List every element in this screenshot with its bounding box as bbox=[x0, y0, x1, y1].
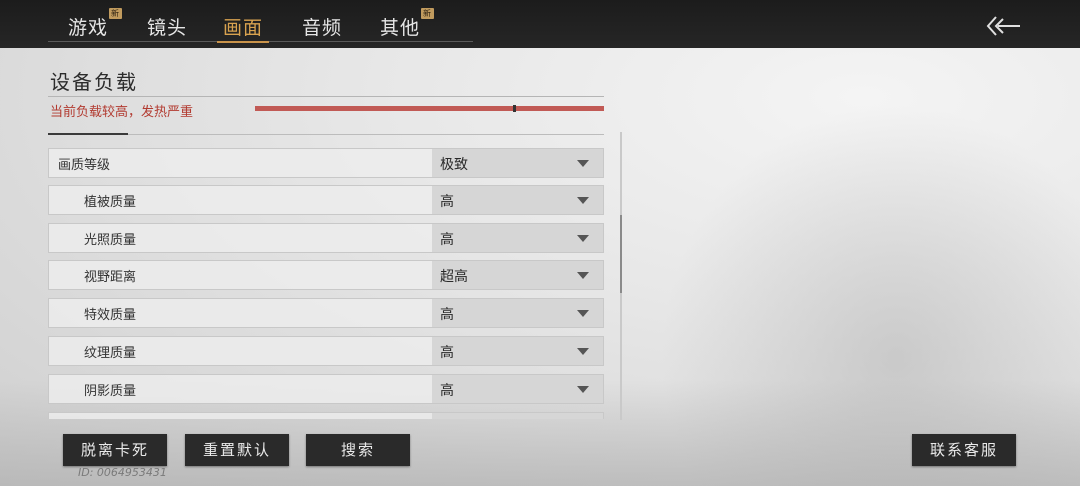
setting-label: 纹理质量 bbox=[84, 346, 137, 361]
setting-dropdown[interactable]: 极致 bbox=[432, 149, 603, 177]
divider-accent bbox=[48, 133, 128, 135]
tab-label: 音频 bbox=[302, 17, 343, 39]
caret-down-icon bbox=[577, 160, 589, 167]
setting-row-vegetation: 植被质量 高 bbox=[48, 185, 604, 215]
contact-support-button[interactable]: 联系客服 bbox=[912, 434, 1016, 466]
setting-dropdown[interactable]: 超高 bbox=[432, 261, 603, 289]
active-tab-indicator bbox=[217, 41, 270, 43]
divider bbox=[48, 133, 604, 135]
dropdown-value: 高 bbox=[440, 383, 454, 399]
load-warning: 当前负载较高，发热严重 bbox=[50, 105, 194, 120]
setting-dropdown[interactable]: 高 bbox=[432, 224, 603, 252]
tab-other[interactable]: 其他 新 bbox=[380, 8, 435, 40]
setting-row-partial bbox=[48, 412, 604, 419]
setting-row-effects: 特效质量 高 bbox=[48, 298, 604, 328]
user-id: ID: 0064953431 bbox=[78, 466, 167, 479]
search-button[interactable]: 搜索 bbox=[306, 434, 410, 466]
caret-down-icon bbox=[577, 386, 589, 393]
tab-camera[interactable]: 镜头 bbox=[147, 13, 187, 40]
dropdown-value: 高 bbox=[440, 307, 454, 323]
dropdown-value: 极致 bbox=[440, 157, 468, 173]
caret-down-icon bbox=[577, 310, 589, 317]
setting-row-lighting: 光照质量 高 bbox=[48, 223, 604, 253]
tab-label: 画面 bbox=[223, 17, 264, 39]
new-badge: 新 bbox=[421, 8, 435, 19]
setting-row-view-distance: 视野距离 超高 bbox=[48, 260, 604, 290]
tab-label: 其他 bbox=[380, 17, 421, 39]
new-badge: 新 bbox=[109, 8, 123, 19]
unstuck-button[interactable]: 脱离卡死 bbox=[63, 434, 167, 466]
dropdown-value: 高 bbox=[440, 194, 454, 210]
setting-dropdown[interactable]: 高 bbox=[432, 186, 603, 214]
scrollbar-thumb[interactable] bbox=[620, 215, 622, 293]
device-load-bar bbox=[255, 105, 604, 112]
setting-label: 阴影质量 bbox=[84, 384, 137, 399]
caret-down-icon bbox=[577, 272, 589, 279]
tab-label: 镜头 bbox=[147, 17, 188, 39]
setting-label: 植被质量 bbox=[84, 195, 137, 210]
setting-label: 视野距离 bbox=[84, 270, 137, 285]
setting-label: 画质等级 bbox=[58, 158, 111, 173]
setting-row-texture: 纹理质量 高 bbox=[48, 336, 604, 366]
tab-game[interactable]: 游戏 新 bbox=[68, 8, 123, 40]
back-arrow-icon bbox=[986, 16, 1020, 36]
setting-dropdown[interactable]: 高 bbox=[432, 337, 603, 365]
tab-graphics[interactable]: 画面 bbox=[217, 13, 270, 43]
caret-down-icon bbox=[577, 235, 589, 242]
load-marker bbox=[513, 105, 516, 112]
setting-row-quality-level: 画质等级 极致 bbox=[48, 148, 604, 178]
setting-dropdown[interactable] bbox=[432, 413, 603, 419]
setting-label: 光照质量 bbox=[84, 233, 137, 248]
tab-audio[interactable]: 音频 bbox=[302, 13, 342, 40]
setting-label: 特效质量 bbox=[84, 308, 137, 323]
dropdown-value: 超高 bbox=[440, 269, 468, 285]
setting-row-shadow: 阴影质量 高 bbox=[48, 374, 604, 404]
dropdown-value: 高 bbox=[440, 232, 454, 248]
back-button[interactable] bbox=[984, 14, 1024, 38]
top-nav-bar: 游戏 新 镜头 画面 音频 其他 新 bbox=[0, 0, 1080, 48]
caret-down-icon bbox=[577, 348, 589, 355]
reset-default-button[interactable]: 重置默认 bbox=[185, 434, 289, 466]
divider bbox=[48, 96, 604, 97]
caret-down-icon bbox=[577, 197, 589, 204]
setting-dropdown[interactable]: 高 bbox=[432, 299, 603, 327]
dropdown-value: 高 bbox=[440, 345, 454, 361]
setting-dropdown[interactable]: 高 bbox=[432, 375, 603, 403]
tab-label: 游戏 bbox=[68, 17, 109, 39]
section-title: 设备负载 bbox=[50, 70, 138, 94]
